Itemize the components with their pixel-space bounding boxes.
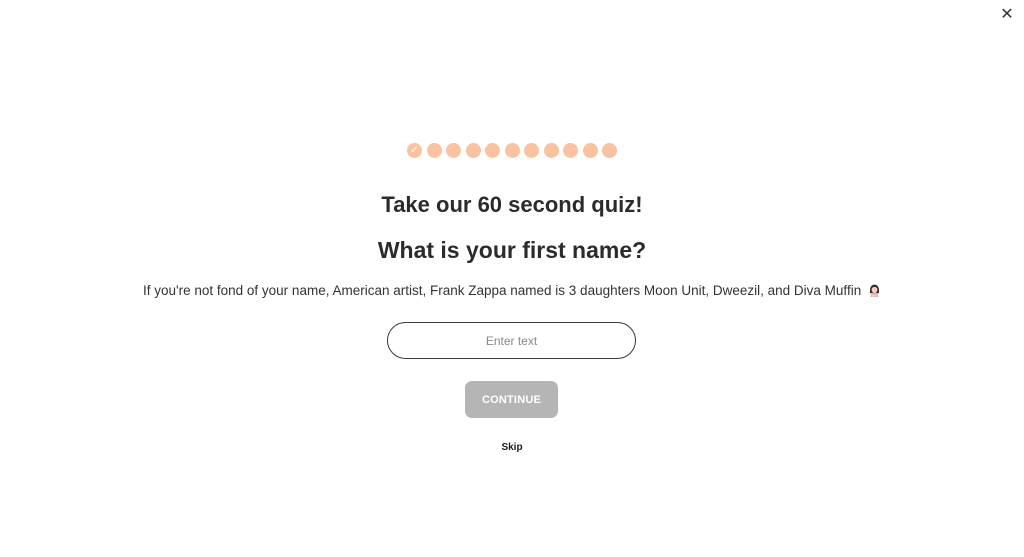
quiz-title: Take our 60 second quiz!	[381, 192, 643, 217]
skip-link[interactable]: Skip	[0, 442, 1024, 453]
progress-dot	[563, 143, 578, 158]
progress-dot	[524, 143, 539, 158]
question-description: If you're not fond of your name, America…	[0, 283, 1024, 298]
progress-dot	[426, 143, 442, 158]
progress-dot	[582, 143, 598, 158]
question-title: What is your first name?	[377, 237, 647, 263]
description-text: If you're not fond of your name, America…	[143, 283, 862, 298]
progress-dot	[465, 143, 481, 158]
quiz-page: ✕ ✓ Take our 60 second quiz! What is you…	[0, 0, 1024, 557]
woman-gesturing-emoji-icon	[869, 284, 880, 297]
close-icon[interactable]: ✕	[998, 6, 1016, 24]
progress-dots: ✓	[0, 143, 1024, 158]
progress-dot	[504, 143, 520, 158]
progress-dot	[446, 143, 461, 158]
progress-dot	[485, 143, 500, 158]
progress-dot	[602, 143, 617, 158]
progress-dot	[543, 143, 559, 158]
progress-dot-completed: ✓	[407, 143, 422, 158]
first-name-input[interactable]	[387, 322, 636, 359]
continue-button[interactable]: CONTINUE	[465, 381, 558, 418]
check-icon: ✓	[410, 144, 419, 156]
